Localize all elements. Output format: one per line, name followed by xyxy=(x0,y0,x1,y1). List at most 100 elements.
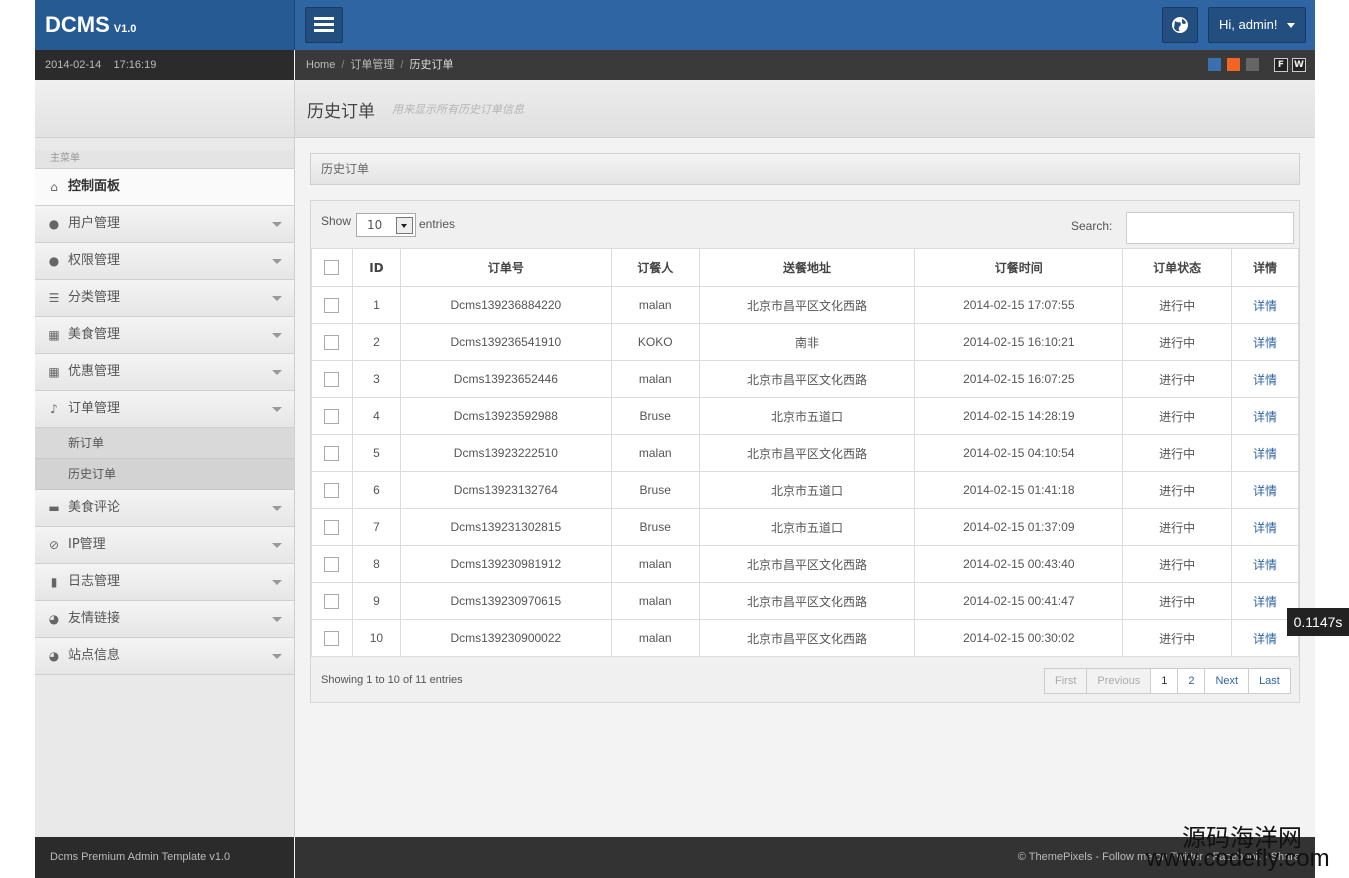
chevron-down-icon xyxy=(272,617,282,622)
sidebar-item-discounts[interactable]: ▦ 优惠管理 xyxy=(35,354,294,391)
sidebar-item-users[interactable]: ● 用户管理 xyxy=(35,206,294,243)
sidebar-item-reviews[interactable]: ▬ 美食评论 xyxy=(35,490,294,527)
sidebar-item-dashboard[interactable]: ⌂ 控制面板 xyxy=(35,169,294,206)
cell-id: 9 xyxy=(351,582,401,620)
cell-customer: Bruse xyxy=(610,471,700,509)
row-checkbox[interactable] xyxy=(324,297,340,313)
detail-link[interactable]: 详情 xyxy=(1253,521,1277,535)
sidebar-item-site-info[interactable]: ◕ 站点信息 xyxy=(35,638,294,675)
search-input[interactable] xyxy=(1126,212,1294,244)
column-header-address[interactable]: 送餐地址 xyxy=(698,248,916,287)
sidebar-item-label: 优惠管理 xyxy=(68,364,121,379)
breadcrumb-section[interactable]: 订单管理 xyxy=(350,59,394,71)
theme-swatch-blue[interactable] xyxy=(1208,58,1221,71)
chevron-down-icon xyxy=(272,543,282,548)
sidebar-item-permissions[interactable]: ● 权限管理 xyxy=(35,243,294,280)
row-checkbox[interactable] xyxy=(324,334,340,350)
table-row: 6 Dcms13923132764 Bruse 北京市五道口 2014-02-15 01… xyxy=(311,471,1299,509)
chevron-down-icon xyxy=(272,333,282,338)
row-checkbox[interactable] xyxy=(324,593,340,609)
show-label: Show xyxy=(321,214,352,228)
app-logo[interactable]: DCMS V1.0 xyxy=(45,12,136,38)
sidebar-item-orders[interactable]: ♪ 订单管理 xyxy=(35,391,294,428)
cell-status: 进行中 xyxy=(1122,286,1233,324)
theme-swatch-gray[interactable] xyxy=(1246,58,1259,71)
previous-page-button[interactable]: Previous xyxy=(1087,669,1152,693)
sidebar-item-categories[interactable]: ☰ 分类管理 xyxy=(35,280,294,317)
detail-link[interactable]: 详情 xyxy=(1253,595,1277,609)
first-page-button[interactable]: First xyxy=(1045,669,1088,693)
sidebar-item-links[interactable]: ◕ 友情链接 xyxy=(35,601,294,638)
sidebar-item-label: 权限管理 xyxy=(68,253,121,268)
detail-link[interactable]: 详情 xyxy=(1253,410,1277,424)
cell-address: 北京市五道口 xyxy=(698,471,916,509)
column-header-time[interactable]: 订餐时间 xyxy=(914,248,1124,287)
page-2-button[interactable]: 2 xyxy=(1178,669,1206,693)
cell-address: 北京市昌平区文化西路 xyxy=(698,360,916,398)
sidebar-subitem-new-orders[interactable]: 新订单 xyxy=(35,428,294,459)
row-select-cell xyxy=(311,545,353,583)
cell-customer: malan xyxy=(610,582,700,620)
breadcrumb-home[interactable]: Home xyxy=(306,59,335,71)
detail-link[interactable]: 详情 xyxy=(1253,447,1277,461)
sidebar-heading: 主菜单 xyxy=(35,150,294,169)
cell-customer: malan xyxy=(610,360,700,398)
detail-link[interactable]: 详情 xyxy=(1253,373,1277,387)
sidebar-item-label: 控制面板 xyxy=(68,179,121,194)
row-select-cell xyxy=(311,582,353,620)
next-page-button[interactable]: Next xyxy=(1205,669,1250,693)
breadcrumb-current: 历史订单 xyxy=(409,59,454,71)
detail-link[interactable]: 详情 xyxy=(1253,336,1277,350)
cell-time: 2014-02-15 00:30:02 xyxy=(914,619,1124,657)
cell-detail: 详情 xyxy=(1231,471,1299,509)
globe-icon xyxy=(1172,17,1188,33)
cell-detail: 详情 xyxy=(1231,397,1299,435)
globe-button[interactable] xyxy=(1162,7,1198,43)
row-checkbox[interactable] xyxy=(324,630,340,646)
chevron-down-icon xyxy=(272,407,282,412)
home-icon: ⌂ xyxy=(50,180,58,194)
table-info: Showing 1 to 10 of 11 entries xyxy=(321,674,463,686)
chevron-down-icon xyxy=(272,370,282,375)
wide-layout-button[interactable]: W xyxy=(1292,58,1306,72)
bell-icon: ♪ xyxy=(50,402,58,416)
cell-customer: KOKO xyxy=(610,323,700,361)
row-select-cell xyxy=(311,323,353,361)
row-checkbox[interactable] xyxy=(324,556,340,572)
select-all-checkbox[interactable] xyxy=(324,260,340,275)
detail-link[interactable]: 详情 xyxy=(1253,558,1277,572)
sidebar-item-logs[interactable]: ▮ 日志管理 xyxy=(35,564,294,601)
sidebar-subitem-history-orders[interactable]: 历史订单 xyxy=(35,459,294,490)
last-page-button[interactable]: Last xyxy=(1249,669,1290,693)
column-header-customer[interactable]: 订餐人 xyxy=(610,248,700,287)
column-header-order-no[interactable]: 订单号 xyxy=(399,248,612,287)
user-menu-button[interactable]: Hi, admin! xyxy=(1208,7,1306,43)
row-checkbox[interactable] xyxy=(324,519,340,535)
sidebar-item-ip[interactable]: ⊘ IP管理 xyxy=(35,527,294,564)
cell-status: 进行中 xyxy=(1122,360,1233,398)
page-1-button[interactable]: 1 xyxy=(1151,669,1179,693)
sidebar-item-foods[interactable]: ▦ 美食管理 xyxy=(35,317,294,354)
cell-id: 6 xyxy=(351,471,401,509)
row-select-cell xyxy=(311,619,353,657)
load-time-badge: 0.1147s xyxy=(1287,608,1349,636)
detail-link[interactable]: 详情 xyxy=(1253,632,1277,646)
fixed-layout-button[interactable]: F xyxy=(1274,58,1288,72)
row-checkbox[interactable] xyxy=(324,371,340,387)
row-checkbox[interactable] xyxy=(324,445,340,461)
detail-link[interactable]: 详情 xyxy=(1253,299,1277,313)
column-header-status[interactable]: 订单状态 xyxy=(1122,248,1233,287)
detail-link[interactable]: 详情 xyxy=(1253,484,1277,498)
cell-order-no: Dcms139230981912 xyxy=(399,545,612,583)
table-row: 8 Dcms139230981912 malan 北京市昌平区文化西路 2014-02-… xyxy=(311,545,1299,583)
theme-swatch-orange[interactable] xyxy=(1227,58,1240,71)
sidebar-item-label: 美食管理 xyxy=(68,327,121,342)
cell-address: 北京市五道口 xyxy=(698,508,916,546)
row-checkbox[interactable] xyxy=(324,408,340,424)
cell-id: 7 xyxy=(351,508,401,546)
page-length-select[interactable]: 10 xyxy=(356,213,416,237)
column-header-id[interactable]: ID xyxy=(351,248,401,287)
cell-order-no: Dcms13923222510 xyxy=(399,434,612,472)
row-checkbox[interactable] xyxy=(324,482,340,498)
menu-toggle-button[interactable] xyxy=(305,7,343,43)
